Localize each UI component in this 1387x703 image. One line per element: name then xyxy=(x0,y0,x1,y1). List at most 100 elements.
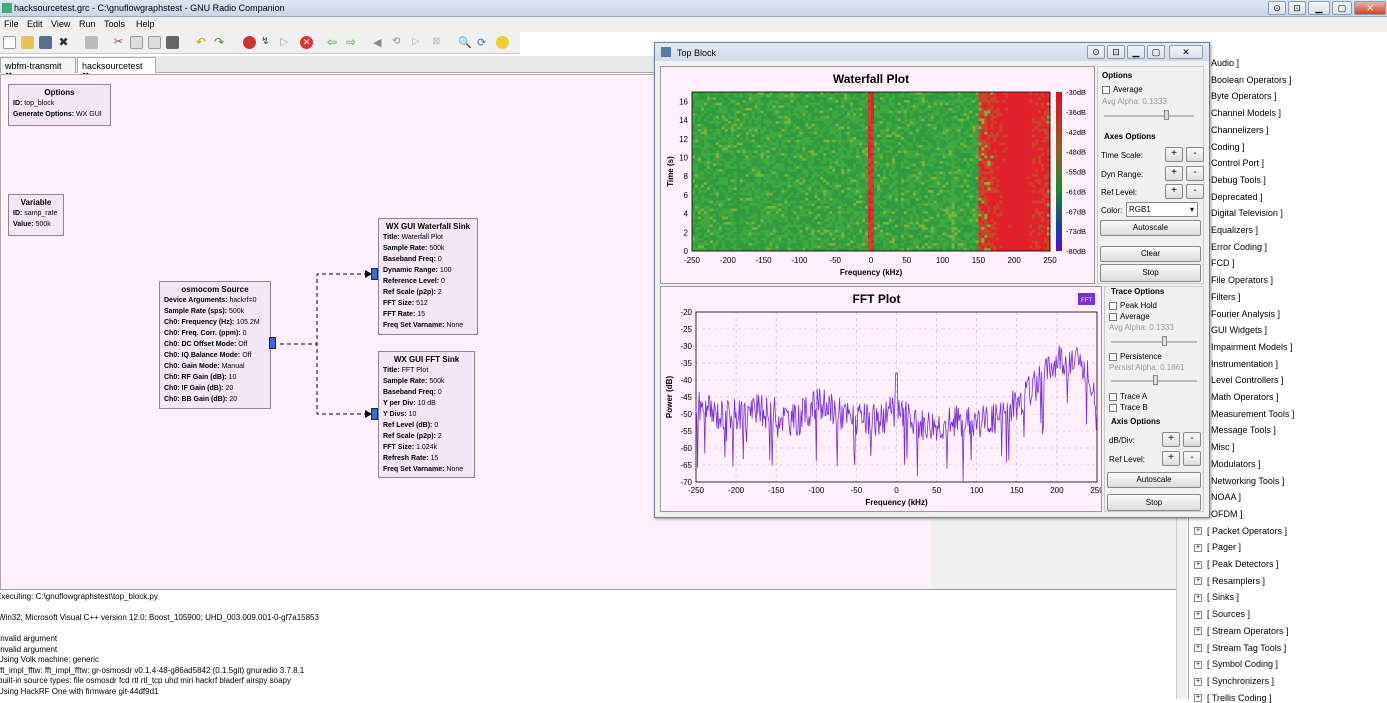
library-category[interactable]: Impairment Models ] xyxy=(1211,342,1293,352)
library-category[interactable]: Channel Models ] xyxy=(1211,108,1281,118)
fft-input-port[interactable] xyxy=(371,408,378,420)
library-category[interactable]: +[ Peak Detectors ] xyxy=(1194,559,1279,569)
expand-icon[interactable]: + xyxy=(1194,561,1202,569)
top-block-window[interactable]: Top Block ⊙ ⊡ ▁ ▢ ✕ Waterfall Plot-250-2… xyxy=(654,42,1210,518)
window-titlebar[interactable]: hacksourcetest.grc - C:\gnuflowgraphstes… xyxy=(0,0,1387,17)
library-category[interactable]: Math Operators ] xyxy=(1211,392,1279,402)
library-category[interactable]: Digital Television ] xyxy=(1211,208,1283,218)
menu-tools[interactable]: Tools xyxy=(104,19,125,29)
library-category[interactable]: +[ Stream Operators ] xyxy=(1194,626,1289,636)
minimize-button[interactable]: ▁ xyxy=(1308,1,1330,15)
restore-icon[interactable]: ⊙ xyxy=(1087,45,1105,59)
menu-view[interactable]: View xyxy=(51,19,70,29)
expand-icon[interactable]: + xyxy=(1194,627,1202,635)
source-output-port[interactable] xyxy=(269,337,276,349)
expand-icon[interactable]: + xyxy=(1194,678,1202,686)
expand-icon[interactable]: + xyxy=(1194,661,1202,669)
options-block[interactable]: OptionsID: top_blockGenerate Options: WX… xyxy=(8,84,111,126)
expand-icon[interactable]: + xyxy=(1194,644,1202,652)
new-icon[interactable] xyxy=(3,36,16,49)
maximize-button[interactable]: ▢ xyxy=(1147,45,1165,59)
close-button[interactable]: ✕ xyxy=(1354,1,1386,15)
library-category[interactable]: Modulators ] xyxy=(1211,459,1261,469)
library-category[interactable]: Instrumentation ] xyxy=(1211,359,1278,369)
library-category[interactable]: +[ Synchronizers ] xyxy=(1194,676,1274,686)
menu-run[interactable]: Run xyxy=(79,19,96,29)
generate-icon[interactable]: ▷ xyxy=(280,36,293,49)
reload-icon[interactable]: ⟳ xyxy=(477,36,490,49)
tab-wbfm-transmit[interactable]: wbfm-transmit ✖ xyxy=(0,57,76,73)
minimize-button[interactable]: ▁ xyxy=(1127,45,1145,59)
fft-sink-block[interactable]: WX GUI FFT SinkTitle: FFT PlotSample Rat… xyxy=(378,351,475,478)
enable-icon[interactable]: ▷ xyxy=(412,36,425,49)
waterfall-sink-block[interactable]: WX GUI Waterfall SinkTitle: Waterfall Pl… xyxy=(378,218,478,335)
search-icon[interactable]: 🔍 xyxy=(458,36,471,49)
library-category[interactable]: Control Port ] xyxy=(1211,158,1264,168)
library-category[interactable]: GUI Widgets ] xyxy=(1211,325,1267,335)
library-category[interactable]: +[ Resamplers ] xyxy=(1194,576,1265,586)
close-button[interactable]: ✕ xyxy=(1169,45,1203,59)
expand-icon[interactable]: + xyxy=(1194,594,1202,602)
open-icon[interactable] xyxy=(21,36,34,49)
library-category[interactable]: Boolean Operators ] xyxy=(1211,75,1292,85)
library-category[interactable]: Equalizers ] xyxy=(1211,225,1258,235)
maximize-button[interactable]: ▢ xyxy=(1332,1,1352,15)
library-category[interactable]: OFDM ] xyxy=(1211,509,1243,519)
menu-edit[interactable]: Edit xyxy=(27,19,43,29)
undo-icon[interactable]: ↶ xyxy=(196,36,209,49)
print-icon[interactable] xyxy=(85,36,98,49)
library-category[interactable]: +[ Pager ] xyxy=(1194,542,1241,552)
library-category[interactable]: Filters ] xyxy=(1211,292,1241,302)
library-category[interactable]: Byte Operators ] xyxy=(1211,91,1277,101)
menu-help[interactable]: Help xyxy=(136,19,155,29)
library-category[interactable]: +[ Trellis Coding ] xyxy=(1194,693,1272,703)
rotate-left-icon[interactable]: ◀ xyxy=(373,36,386,49)
arrow-right-icon[interactable]: ⇨ xyxy=(346,36,359,49)
library-category[interactable]: +[ Sources ] xyxy=(1194,609,1250,619)
block-library[interactable]: Audio ] Boolean Operators ] Byte Operators… xyxy=(1188,55,1387,699)
library-category[interactable]: File Operators ] xyxy=(1211,275,1273,285)
library-category[interactable]: +[ Stream Tag Tools ] xyxy=(1194,643,1286,653)
settings-icon[interactable]: ⊡ xyxy=(1288,1,1306,15)
expand-icon[interactable]: + xyxy=(1194,611,1202,619)
save-icon[interactable] xyxy=(39,36,52,49)
library-category[interactable]: Error Coding ] xyxy=(1211,242,1267,252)
arrow-left-icon[interactable]: ⇦ xyxy=(327,36,340,49)
tab-hacksourcetest[interactable]: hacksourcetest ✖ xyxy=(77,57,156,73)
expand-icon[interactable]: + xyxy=(1194,577,1202,585)
rotate-right-icon[interactable]: ⟲ xyxy=(392,36,405,49)
paste-icon[interactable] xyxy=(148,36,161,49)
restore-icon[interactable]: ⊙ xyxy=(1268,1,1286,15)
library-category[interactable]: Audio ] xyxy=(1211,58,1239,68)
close-file-icon[interactable]: ✖ xyxy=(57,36,70,49)
library-category[interactable]: +[ Symbol Coding ] xyxy=(1194,659,1278,669)
library-category[interactable]: NOAA ] xyxy=(1211,492,1241,502)
expand-icon[interactable]: + xyxy=(1194,544,1202,552)
library-category[interactable]: Message Tools ] xyxy=(1211,425,1276,435)
waterfall-input-port[interactable] xyxy=(371,268,378,280)
disable-icon[interactable] xyxy=(243,36,256,49)
osmocom-source-block[interactable]: osmocom SourceDevice Arguments: hackrf=0… xyxy=(159,281,271,409)
expand-icon[interactable]: + xyxy=(1194,527,1202,535)
library-category[interactable]: Coding ] xyxy=(1211,142,1245,152)
bypass-icon[interactable]: ↯ xyxy=(261,36,274,49)
menu-file[interactable]: File xyxy=(4,19,19,29)
library-category[interactable]: +[ Sinks ] xyxy=(1194,592,1239,602)
library-category[interactable]: FCD ] xyxy=(1211,258,1235,268)
cut-icon[interactable]: ✂ xyxy=(112,36,125,49)
library-category[interactable]: Measurement Tools ] xyxy=(1211,409,1294,419)
run-icon[interactable] xyxy=(496,36,509,49)
library-category[interactable]: Debug Tools ] xyxy=(1211,175,1266,185)
library-category[interactable]: Networking Tools ] xyxy=(1211,476,1284,486)
settings-icon[interactable]: ⊡ xyxy=(1107,45,1125,59)
kill-icon[interactable]: ✕ xyxy=(300,36,313,49)
library-category[interactable]: Deprecated ] xyxy=(1211,192,1263,202)
console-log[interactable]: Executing: C:\gnuflowgraphstest\top_bloc… xyxy=(0,589,1176,699)
library-category[interactable]: Channelizers ] xyxy=(1211,125,1269,135)
library-category[interactable]: Level Controllers ] xyxy=(1211,375,1284,385)
disable-block-icon[interactable]: ⊠ xyxy=(432,36,445,49)
redo-icon[interactable]: ↷ xyxy=(214,36,227,49)
variable-block[interactable]: VariableID: samp_rateValue: 500k xyxy=(8,194,64,236)
library-category[interactable]: Fourier Analysis ] xyxy=(1211,309,1280,319)
library-category[interactable]: +[ Packet Operators ] xyxy=(1194,526,1287,536)
